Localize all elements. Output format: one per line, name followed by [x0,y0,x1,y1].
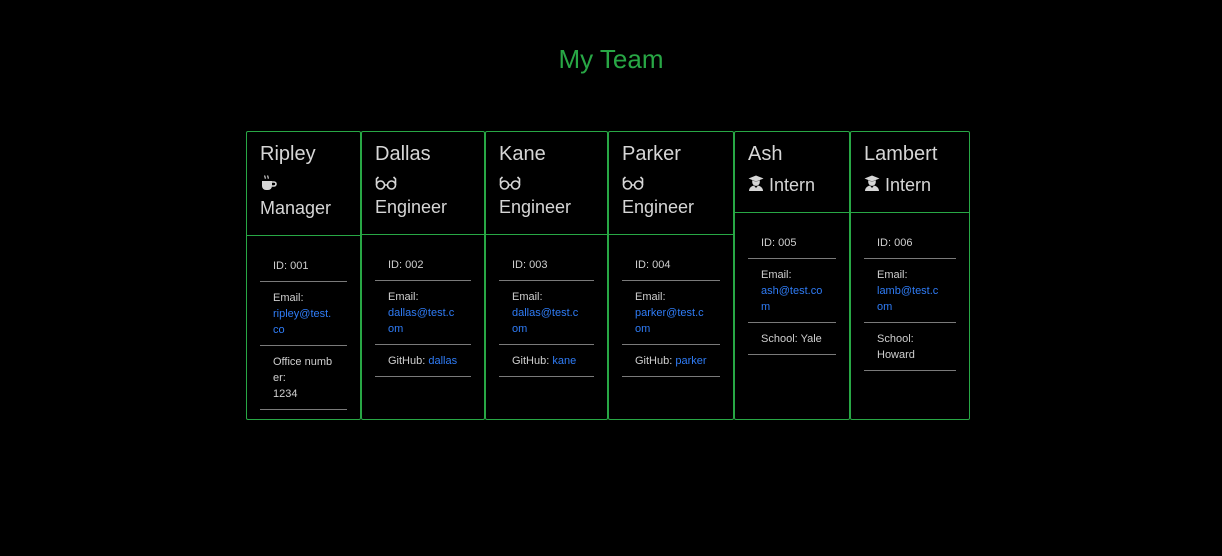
employee-card: Ripley Manager ID: 001 Email: ripley@tes… [246,131,361,420]
email-label: Email: [512,291,543,303]
github-row: GitHub: kane [499,345,594,377]
page: My Team Ripley Manager ID: 001 Email: ri… [0,0,1222,556]
employee-id: ID: 001 [260,250,347,282]
employee-name: Parker [622,143,681,165]
email-link[interactable]: dallas@test.com [512,307,578,335]
employee-id: ID: 005 [748,227,836,259]
employee-card: Lambert Intern ID: 006 Email: lamb@test.… [850,131,970,420]
team-cards: Ripley Manager ID: 001 Email: ripley@tes… [246,131,970,420]
employee-id: ID: 004 [622,249,720,281]
employee-role: Intern [748,174,836,196]
employee-email-row: Email: dallas@test.com [375,281,471,345]
card-header: Kane Engineer [486,132,607,235]
card-header: Ash Intern [735,132,849,213]
email-label: Email: [877,269,908,281]
page-title: My Team [558,44,664,74]
card-body: ID: 005 Email: ash@test.com School: Yale [735,213,849,355]
school-value: Yale [800,333,822,345]
email-label: Email: [761,269,792,281]
role-label: Intern [885,175,932,195]
email-label: Email: [388,291,419,303]
employee-id: ID: 006 [864,227,956,259]
school-label: School: [877,333,914,345]
coffee-icon [260,174,278,197]
employee-name: Lambert [864,143,938,165]
employee-name: Ash [748,143,783,165]
card-body: ID: 004 Email: parker@test.com GitHub: p… [609,235,733,377]
employee-role: Engineer [375,174,471,218]
email-link[interactable]: ash@test.com [761,285,822,313]
school-row: School: Howard [864,323,956,371]
role-label: Engineer [375,197,448,217]
employee-email-row: Email: parker@test.com [622,281,720,345]
employee-email-row: Email: ripley@test.co [260,282,347,346]
employee-id: ID: 003 [499,249,594,281]
card-header: Parker Engineer [609,132,733,235]
glasses-icon [622,175,644,196]
school-row: School: Yale [748,323,836,355]
email-link[interactable]: dallas@test.com [388,307,454,335]
employee-name: Dallas [375,143,431,165]
employee-role: Engineer [622,174,720,218]
glasses-icon [375,175,397,196]
employee-name: Ripley [260,143,316,165]
card-body: ID: 001 Email: ripley@test.co Office num… [247,236,360,410]
role-label: Engineer [622,197,695,217]
email-label: Email: [273,292,304,304]
employee-role: Engineer [499,174,594,218]
employee-card: Kane Engineer ID: 003 Email: dallas@test… [485,131,608,420]
email-label: Email: [635,291,666,303]
github-label: GitHub: [388,355,426,367]
github-link[interactable]: parker [675,355,706,367]
role-label: Manager [260,198,332,218]
employee-email-row: Email: ash@test.com [748,259,836,323]
card-header: Lambert Intern [851,132,969,213]
email-link[interactable]: parker@test.com [635,307,704,335]
role-label: Engineer [499,197,572,217]
github-label: GitHub: [635,355,673,367]
card-header: Dallas Engineer [362,132,484,235]
email-link[interactable]: lamb@test.com [877,285,938,313]
office-number-label: Office number: [273,356,333,384]
github-link[interactable]: kane [552,355,576,367]
office-number-row: Office number: 1234 [260,346,347,410]
employee-email-row: Email: lamb@test.com [864,259,956,323]
employee-role: Intern [864,174,956,196]
employee-role: Manager [260,174,347,219]
github-row: GitHub: dallas [375,345,471,377]
employee-id: ID: 002 [375,249,471,281]
github-link[interactable]: dallas [428,355,457,367]
github-row: GitHub: parker [622,345,720,377]
glasses-icon [499,175,521,196]
school-value: Howard [877,349,915,361]
email-link[interactable]: ripley@test.co [273,308,331,336]
user-graduate-icon [748,175,764,196]
card-body: ID: 002 Email: dallas@test.com GitHub: d… [362,235,484,377]
role-label: Intern [769,175,816,195]
employee-card: Dallas Engineer ID: 002 Email: dallas@te… [361,131,485,420]
school-label: School: [761,333,798,345]
employee-card: Parker Engineer ID: 004 Email: parker@te… [608,131,734,420]
card-body: ID: 003 Email: dallas@test.com GitHub: k… [486,235,607,377]
github-label: GitHub: [512,355,550,367]
employee-card: Ash Intern ID: 005 Email: ash@test.com S… [734,131,850,420]
employee-name: Kane [499,143,546,165]
employee-email-row: Email: dallas@test.com [499,281,594,345]
card-header: Ripley Manager [247,132,360,236]
office-number-value: 1234 [273,388,298,400]
card-body: ID: 006 Email: lamb@test.com School: How… [851,213,969,371]
user-graduate-icon [864,175,880,196]
